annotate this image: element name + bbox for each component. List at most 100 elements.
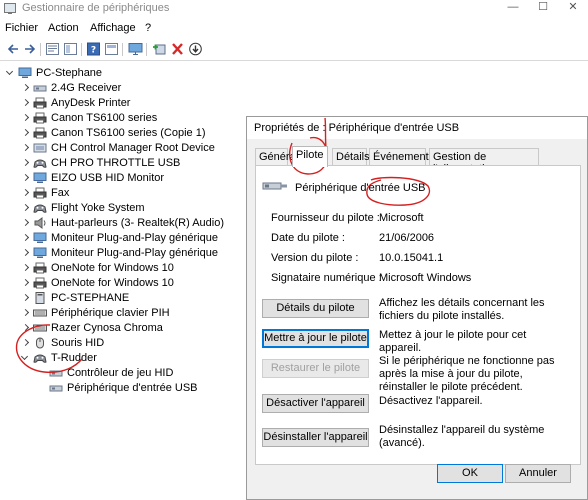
properties-dialog: Propriétés de : Périphérique d'entrée US…	[246, 116, 588, 500]
driver-details-desc: Affichez les détails concernant les fich…	[379, 297, 545, 322]
tree-item-label: OneNote for Windows 10	[51, 277, 174, 289]
menu-help[interactable]: ?	[145, 22, 151, 34]
expand-chevron-icon[interactable]	[21, 219, 29, 227]
expand-chevron-icon[interactable]	[21, 144, 29, 152]
expand-chevron-icon[interactable]	[21, 174, 29, 182]
expand-chevron-icon[interactable]	[21, 129, 29, 137]
menu-affichage[interactable]: Affichage	[90, 22, 136, 34]
driver-details-button[interactable]: Détails du pilote	[262, 299, 369, 318]
device-tree: PC-Stephane 2.4G Receiver AnyDesk Printer…	[0, 64, 250, 394]
expand-chevron-icon[interactable]	[21, 204, 29, 212]
title-bar: Gestionnaire de périphériques — ☐ ✕	[0, 0, 588, 17]
gamepad-icon	[33, 354, 47, 363]
expand-chevron-icon[interactable]	[21, 249, 29, 257]
gamepad-icon	[33, 159, 47, 168]
tree-item-label: Canon TS6100 series (Copie 1)	[51, 127, 206, 139]
expand-chevron-icon[interactable]	[21, 339, 29, 347]
driver-provider-label: Fournisseur du pilote :	[271, 212, 380, 224]
tab-details[interactable]: Détails	[332, 148, 370, 166]
driver-version-label: Version du pilote :	[271, 252, 359, 264]
expand-chevron-icon[interactable]	[21, 189, 29, 197]
uninstall-icon[interactable]	[170, 42, 185, 56]
disable-device-button[interactable]: Désactiver l'appareil	[262, 394, 369, 413]
close-window-button[interactable]: ✕	[558, 0, 588, 17]
expand-chevron-icon[interactable]	[21, 294, 29, 302]
tab-pilote[interactable]: Pilote	[292, 146, 328, 167]
download-icon[interactable]	[188, 42, 203, 56]
view-icon[interactable]	[104, 42, 119, 56]
hid-icon	[33, 85, 47, 92]
expand-chevron-icon[interactable]	[21, 84, 29, 92]
printer-icon	[33, 127, 47, 139]
uninstall-device-button[interactable]: Désinstaller l'appareil	[262, 428, 369, 447]
tree-item-label: EIZO USB HID Monitor	[51, 172, 165, 184]
tree-item-label: AnyDesk Printer	[51, 97, 131, 109]
ok-button[interactable]: OK	[437, 464, 503, 483]
maximize-button[interactable]: ☐	[528, 0, 558, 17]
tab-general[interactable]: Général	[255, 148, 298, 166]
menu-fichier[interactable]: Fichier	[5, 22, 38, 34]
tree-item-label: PC-STEPHANE	[51, 292, 130, 304]
expand-chevron-icon[interactable]	[21, 99, 29, 107]
tab-power-management[interactable]: Gestion de l'alimentation	[429, 148, 539, 175]
expand-chevron-icon[interactable]	[21, 264, 29, 272]
expand-chevron-icon[interactable]	[21, 354, 29, 362]
tree-item-label: Moniteur Plug-and-Play générique	[51, 232, 218, 244]
tree-item-label: Périphérique d'entrée USB	[67, 382, 198, 394]
tree-item-label: Périphérique clavier PIH	[51, 307, 170, 319]
expand-chevron-icon[interactable]	[21, 234, 29, 242]
menu-action[interactable]: Action	[48, 22, 79, 34]
speaker-icon	[34, 217, 46, 229]
forward-arrow-icon[interactable]	[22, 42, 37, 56]
tab-evenements[interactable]: Événements	[369, 148, 434, 166]
computer-icon	[35, 292, 45, 304]
tree-item-label: T-Rudder	[51, 352, 97, 364]
tree-item-label: Contrôleur de jeu HID	[67, 367, 174, 379]
tree-item-label: Razer Cynosa Chroma	[51, 322, 163, 334]
hid-icon	[49, 370, 63, 377]
pilote-panel: Périphérique d'entrée USB Fournisseur du…	[255, 165, 581, 465]
mouse-icon	[36, 337, 44, 349]
expand-chevron-icon[interactable]	[6, 69, 14, 77]
expand-chevron-icon[interactable]	[21, 324, 29, 332]
rollback-driver-button[interactable]: Restaurer le pilote	[262, 359, 369, 378]
toolbar-separator	[122, 43, 123, 56]
printer-icon	[33, 112, 47, 124]
tree-root-label: PC-Stephane	[36, 67, 103, 79]
tree-item-label: CH Control Manager Root Device	[51, 142, 215, 154]
expand-chevron-icon[interactable]	[21, 309, 29, 317]
device-icon	[33, 143, 47, 153]
disable-device-desc: Désactivez l'appareil.	[379, 395, 483, 407]
monitor-icon	[33, 247, 47, 258]
gamepad-icon	[33, 204, 47, 213]
show-hide-tree-icon[interactable]	[63, 42, 78, 56]
printer-icon	[33, 277, 47, 289]
minimize-button[interactable]: —	[498, 0, 528, 17]
keyboard-icon	[33, 324, 47, 332]
device-manager-icon	[4, 3, 16, 14]
help-icon[interactable]: ?	[86, 42, 101, 56]
menu-bar: Fichier Action Affichage ?	[0, 19, 588, 38]
monitor-icon[interactable]	[128, 42, 143, 56]
svg-text:?: ?	[91, 46, 96, 56]
expand-chevron-icon[interactable]	[21, 279, 29, 287]
properties-icon[interactable]	[45, 42, 60, 56]
back-arrow-icon[interactable]	[6, 42, 21, 56]
cancel-button[interactable]: Annuler	[505, 464, 571, 483]
digital-signer-value: Microsoft Windows	[379, 272, 472, 284]
tree-item-label: Flight Yoke System	[51, 202, 145, 214]
uninstall-device-desc: Désinstallez l'appareil du système (avan…	[379, 424, 545, 449]
expand-chevron-icon[interactable]	[21, 159, 29, 167]
driver-date-value: 21/06/2006	[379, 232, 435, 244]
digital-signer-label: Signataire numérique :	[271, 272, 382, 284]
update-driver-button[interactable]: Mettre à jour le pilote	[262, 329, 369, 348]
window-title: Gestionnaire de périphériques	[22, 2, 170, 14]
update-driver-desc: Mettez à jour le pilote pour cet apparei…	[379, 329, 527, 354]
printer-icon	[33, 97, 47, 109]
toolbar-separator	[146, 43, 147, 56]
computer-icon	[18, 67, 32, 78]
expand-chevron-icon[interactable]	[21, 114, 29, 122]
tree-item-label: OneNote for Windows 10	[51, 262, 174, 274]
monitor-icon	[33, 172, 47, 183]
add-driver-icon[interactable]	[152, 42, 167, 56]
